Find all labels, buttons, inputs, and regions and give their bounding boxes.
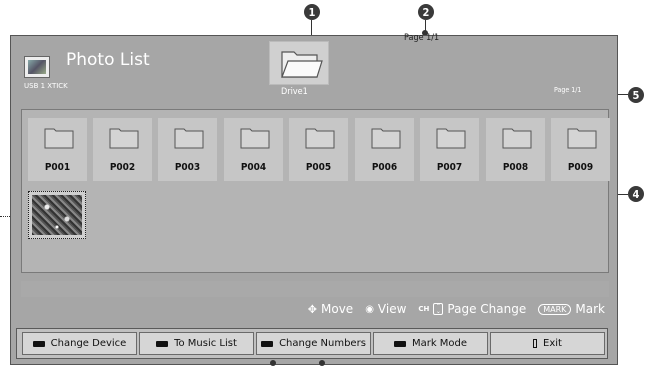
green-key-icon <box>156 340 169 347</box>
callout-5: 5 <box>628 87 644 103</box>
yellow-key-icon <box>261 340 274 347</box>
change-numbers-label: Change Numbers <box>279 338 366 349</box>
scroll-bar <box>21 281 609 297</box>
callout-2: 2 <box>418 4 434 20</box>
folder-label: P002 <box>109 162 136 173</box>
device-name: USB 1 XTICK <box>24 82 68 90</box>
folder-item[interactable]: P003 <box>158 118 217 181</box>
key-help-bar: ✥ Move ◉ View CH ⌃ ⌄ Page Change MARK Mar… <box>308 302 605 316</box>
folder-label: P007 <box>436 162 463 173</box>
folder-label: P001 <box>44 162 71 173</box>
exit-button[interactable]: Exit <box>490 332 605 355</box>
change-device-button[interactable]: Change Device <box>22 332 137 355</box>
folder-label: P008 <box>502 162 529 173</box>
ch-label: CH <box>418 305 430 313</box>
photo-image <box>32 195 82 235</box>
change-device-label: Change Device <box>50 338 127 349</box>
folder-icon <box>436 128 466 149</box>
page-indicator: Page 1/1 <box>554 86 582 94</box>
help-mark: MARK Mark <box>538 302 605 316</box>
page-indicator-top: Page 1/1 <box>404 33 440 43</box>
help-mark-label: Mark <box>575 302 605 316</box>
open-folder-icon <box>281 51 323 78</box>
music-list-label: To Music List <box>174 338 237 349</box>
folder-icon <box>371 128 401 149</box>
file-browser-panel: P001 P002 P003 P004 P005 P006 P007 P008 … <box>21 109 610 273</box>
drive-folder-button[interactable] <box>269 41 329 85</box>
blue-key-icon <box>393 340 406 347</box>
folder-label: P005 <box>305 162 332 173</box>
channel-updown-icon: ⌃ ⌄ <box>433 303 444 315</box>
folder-icon <box>109 128 139 149</box>
folder-label: P006 <box>371 162 398 173</box>
folder-item[interactable]: P005 <box>289 118 348 181</box>
callout-4: 4 <box>628 186 644 202</box>
help-page-change: CH ⌃ ⌄ Page Change <box>418 302 526 316</box>
help-view-label: View <box>377 302 407 316</box>
photo-list-screen: Photo List USB 1 XTICK Drive1 Page 1/1 P… <box>10 33 618 365</box>
folder-item[interactable]: P001 <box>28 118 87 181</box>
folder-item[interactable]: P006 <box>355 118 414 181</box>
exit-icon <box>533 339 538 348</box>
folder-item[interactable]: P009 <box>551 118 610 181</box>
folder-icon <box>567 128 597 149</box>
folder-label: P004 <box>240 162 267 173</box>
photo-icon <box>24 56 50 78</box>
folder-item[interactable]: P002 <box>93 118 152 181</box>
folder-item[interactable]: P007 <box>420 118 479 181</box>
function-button-bar: Change Device To Music List Change Numbe… <box>16 328 608 359</box>
help-move-label: Move <box>321 302 354 316</box>
folder-icon <box>305 128 335 149</box>
navigation-arrows-icon: ✥ <box>307 302 317 316</box>
red-key-icon <box>32 340 45 347</box>
leader-dot-bottom-1 <box>270 360 276 366</box>
drive-label: Drive1 <box>281 87 308 97</box>
folder-icon <box>240 128 270 149</box>
folder-item[interactable]: P008 <box>486 118 545 181</box>
folder-icon <box>44 128 74 149</box>
help-view: ◉ View <box>365 302 406 316</box>
exit-label: Exit <box>543 338 562 349</box>
ok-button-icon: ◉ <box>365 303 374 315</box>
music-list-button[interactable]: To Music List <box>139 332 254 355</box>
page-title: Photo List <box>66 50 150 70</box>
leader-dot-bottom-2 <box>319 360 325 366</box>
mark-mode-label: Mark Mode <box>411 338 468 349</box>
help-move: ✥ Move <box>308 302 353 316</box>
help-page-change-label: Page Change <box>447 302 527 316</box>
folder-item[interactable]: P004 <box>224 118 283 181</box>
mark-key-icon: MARK <box>538 303 572 315</box>
folder-icon <box>502 128 532 149</box>
change-numbers-button[interactable]: Change Numbers <box>256 332 371 355</box>
folder-label: P003 <box>174 162 201 173</box>
folder-icon <box>174 128 204 149</box>
mark-mode-button[interactable]: Mark Mode <box>373 332 488 355</box>
folder-label: P009 <box>567 162 594 173</box>
callout-1: 1 <box>304 4 320 20</box>
photo-thumbnail-selected[interactable] <box>28 191 86 239</box>
